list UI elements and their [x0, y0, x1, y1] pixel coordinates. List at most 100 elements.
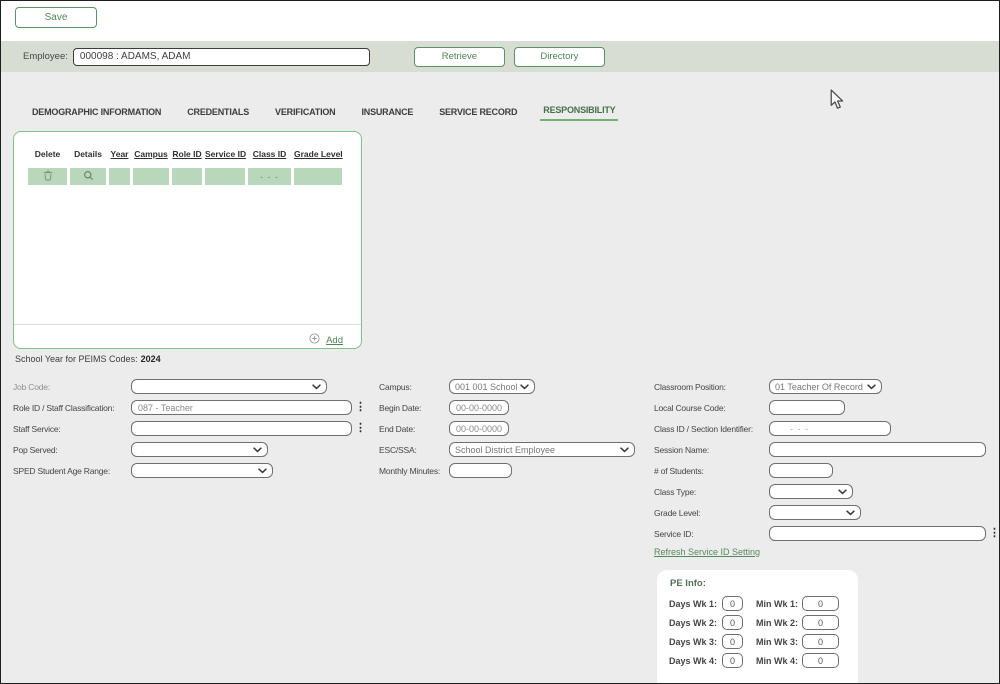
days-wk-3-input[interactable] — [722, 634, 743, 649]
chevron-down-icon — [867, 384, 876, 390]
pe-info-rows: Days Wk 1: Min Wk 1: Days Wk 2: Min Wk 2… — [669, 596, 852, 672]
peims-school-year: School Year for PEIMS Codes:2024 — [15, 354, 161, 364]
column-header-details: Details — [70, 149, 106, 159]
column-header-role-id[interactable]: Role ID — [172, 149, 202, 159]
num-students-label: # of Students: — [654, 466, 769, 476]
days-wk-4-label: Days Wk 4: — [669, 656, 722, 666]
pop-served-label: Pop Served: — [13, 445, 131, 455]
local-course-code-label: Local Course Code: — [654, 403, 769, 413]
column-header-campus[interactable]: Campus — [133, 149, 169, 159]
chevron-down-icon — [620, 447, 629, 453]
min-wk-4-label: Min Wk 4: — [756, 656, 802, 666]
days-wk-2-input[interactable] — [722, 615, 743, 630]
end-date-input[interactable] — [449, 421, 509, 436]
days-wk-4-input[interactable] — [722, 653, 743, 668]
begin-date-input[interactable] — [449, 400, 509, 415]
employee-bar: Employee: Retrieve Directory — [1, 41, 999, 72]
cell-campus — [133, 168, 169, 185]
retrieve-button[interactable]: Retrieve — [414, 47, 505, 67]
peims-year-value: 2024 — [141, 354, 161, 364]
begin-date-label: Begin Date: — [379, 403, 449, 413]
column-header-delete: Delete — [28, 149, 67, 159]
class-type-select[interactable] — [769, 484, 853, 499]
trash-icon — [43, 168, 53, 186]
pe-row-1: Days Wk 1: Min Wk 1: — [669, 596, 852, 611]
esc-ssa-select[interactable]: School District Employee — [449, 442, 635, 457]
min-wk-4-input[interactable] — [802, 653, 839, 668]
service-id-input[interactable] — [769, 526, 986, 541]
add-circle-icon — [309, 331, 320, 349]
pe-info-panel: PE Info: Days Wk 1: Min Wk 1: Days Wk 2:… — [657, 570, 858, 684]
pe-row-4: Days Wk 4: Min Wk 4: — [669, 653, 852, 668]
cell-grade-level — [294, 168, 342, 185]
classroom-position-select[interactable]: 01 Teacher Of Record — [769, 379, 882, 394]
role-id-label: Role ID / Staff Classification: — [13, 403, 131, 413]
chevron-down-icon — [253, 447, 262, 453]
cell-service-id — [205, 168, 245, 185]
staff-service-ellipsis-button[interactable]: ⋮ — [355, 423, 366, 434]
grid-footer-divider — [14, 324, 361, 325]
min-wk-3-input[interactable] — [802, 634, 839, 649]
session-name-input[interactable] — [769, 442, 986, 457]
num-students-input[interactable] — [769, 463, 833, 478]
pop-served-select[interactable] — [131, 442, 268, 457]
staff-service-label: Staff Service: — [13, 424, 131, 434]
class-type-label: Class Type: — [654, 487, 769, 497]
tab-credentials[interactable]: CREDENTIALS — [184, 107, 252, 121]
pe-row-2: Days Wk 2: Min Wk 2: — [669, 615, 852, 630]
min-wk-2-input[interactable] — [802, 615, 839, 630]
cell-role-id — [172, 168, 202, 185]
grid-header-row: Delete Details Year Campus Role ID Servi… — [28, 149, 345, 159]
save-button[interactable]: Save — [15, 7, 97, 28]
column-header-year[interactable]: Year — [109, 149, 130, 159]
sped-age-label: SPED Student Age Range: — [13, 466, 131, 476]
delete-row-button[interactable] — [28, 168, 67, 185]
days-wk-1-input[interactable] — [722, 596, 743, 611]
local-course-code-input[interactable] — [769, 400, 845, 415]
service-id-label: Service ID: — [654, 529, 769, 539]
tab-responsibility[interactable]: RESPONSIBILITY — [540, 105, 618, 121]
directory-button[interactable]: Directory — [514, 47, 605, 67]
add-row-button[interactable]: Add — [309, 331, 343, 349]
role-id-ellipsis-button[interactable]: ⋮ — [355, 402, 366, 413]
column-header-class-id[interactable]: Class ID — [248, 149, 291, 159]
chevron-down-icon — [312, 384, 321, 390]
tab-verification[interactable]: VERIFICATION — [272, 107, 338, 121]
min-wk-1-input[interactable] — [802, 596, 839, 611]
grade-level-select[interactable] — [769, 505, 861, 520]
sped-age-select[interactable] — [131, 463, 273, 478]
staff-service-input[interactable] — [131, 421, 352, 436]
refresh-service-id-link[interactable]: Refresh Service ID Setting — [654, 547, 760, 557]
peims-label: School Year for PEIMS Codes: — [15, 354, 138, 364]
session-name-label: Session Name: — [654, 445, 769, 455]
search-icon — [83, 168, 94, 186]
class-id-input[interactable] — [769, 421, 891, 436]
min-wk-1-label: Min Wk 1: — [756, 599, 802, 609]
classroom-position-label: Classroom Position: — [654, 382, 769, 392]
details-row-button[interactable] — [70, 168, 106, 185]
chevron-down-icon — [838, 489, 847, 495]
esc-ssa-label: ESC/SSA: — [379, 445, 449, 455]
role-id-input[interactable] — [131, 400, 352, 415]
tab-service-record[interactable]: SERVICE RECORD — [436, 107, 520, 121]
grid-data-row: - - - — [28, 168, 345, 185]
job-code-select[interactable] — [131, 379, 327, 394]
tab-demographic-information[interactable]: DEMOGRAPHIC INFORMATION — [29, 107, 164, 121]
content-area: DEMOGRAPHIC INFORMATION CREDENTIALS VERI… — [1, 72, 999, 683]
service-id-ellipsis-button[interactable]: ⋮ — [989, 528, 1000, 539]
tab-bar: DEMOGRAPHIC INFORMATION CREDENTIALS VERI… — [29, 105, 618, 121]
form-column-left: Job Code: Role ID / Staff Classification… — [13, 376, 366, 481]
tab-insurance[interactable]: INSURANCE — [358, 107, 416, 121]
cell-class-id: - - - — [248, 168, 291, 185]
pe-info-title: PE Info: — [670, 578, 706, 589]
employee-input[interactable] — [73, 48, 370, 66]
responsibility-grid: Delete Details Year Campus Role ID Servi… — [13, 131, 362, 349]
column-header-grade-level[interactable]: Grade Level — [294, 149, 342, 159]
campus-select[interactable]: 001 001 School — [449, 379, 535, 394]
monthly-minutes-input[interactable] — [449, 463, 512, 478]
column-header-service-id[interactable]: Service ID — [205, 149, 245, 159]
end-date-label: End Date: — [379, 424, 449, 434]
min-wk-3-label: Min Wk 3: — [756, 637, 802, 647]
job-code-label: Job Code: — [13, 382, 131, 392]
form-column-middle: Campus: 001 001 School Begin Date: End D… — [379, 376, 635, 481]
